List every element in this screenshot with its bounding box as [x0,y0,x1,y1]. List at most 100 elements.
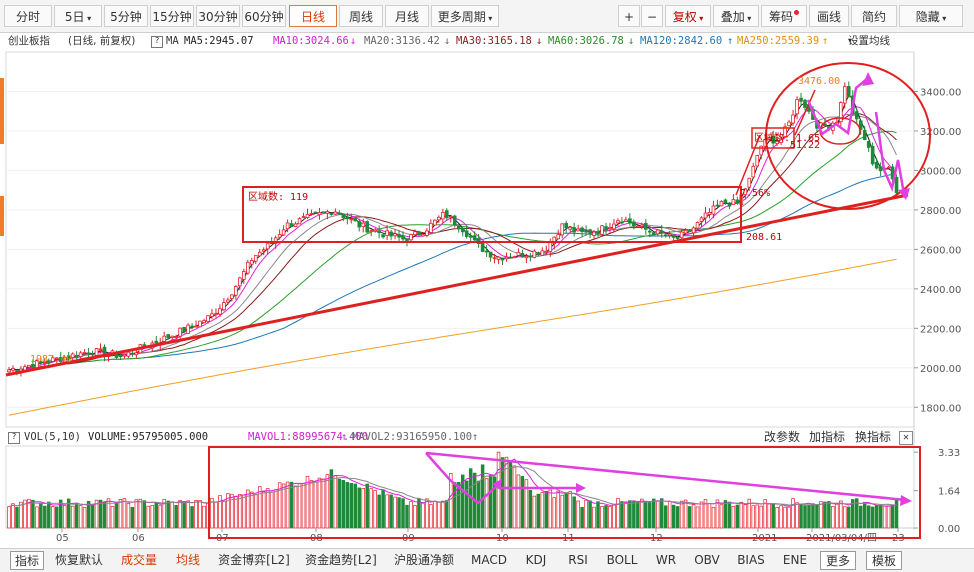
tab-ma[interactable]: 均线 [172,551,204,570]
tab-wr[interactable]: WR [652,551,680,570]
volume-bar [476,480,481,529]
candle-body [444,210,449,219]
period-60min[interactable]: 60分钟 [242,5,286,27]
period-30min[interactable]: 30分钟 [196,5,240,27]
tab-fund-trend[interactable]: 资金趋势[L2] [302,551,380,570]
ma-settings-label: 设置均线 [848,35,890,47]
help-icon[interactable]: ? [151,36,163,48]
zoom-out-button[interactable]: − [641,5,663,27]
period-5min[interactable]: 5分钟 [104,5,148,27]
candle-body [186,324,190,334]
volume-bar [254,494,258,529]
volume-bar [675,506,680,529]
candle-body [663,234,668,237]
candle-body [329,213,334,215]
candle-body [647,230,652,233]
tab-macd[interactable]: MACD [469,551,509,570]
volume-bar [727,501,732,529]
price-chart[interactable]: 3400.00 3200.00 3000.00 2800.00 2600.00 2400.… [0,50,974,548]
mavol2-arrow-icon: ↑ [472,431,479,443]
volume-bar [43,505,47,529]
period-weekly[interactable]: 周线 [339,5,383,27]
period-intraday[interactable]: 分时 [4,5,52,27]
volume-bar [154,502,159,529]
candle-body [464,230,469,237]
period-5day[interactable]: 5日 ▾ [54,5,102,27]
volume-bar [735,504,740,529]
volume-bar [564,492,568,529]
period-daily[interactable]: 日线 [289,5,337,27]
candle-body [799,97,803,102]
candle-body [301,216,306,218]
zoom-in-button[interactable]: + [618,5,640,27]
candle-body [381,234,385,238]
tab-northbound[interactable]: 沪股通净额 [390,551,458,570]
volume-bar [445,500,449,529]
tab-template[interactable]: 模板 [866,551,902,570]
add-indicator-button[interactable]: 加指标 [809,428,845,446]
volume-bar [337,478,342,529]
tab-kdj[interactable]: KDJ [521,551,551,570]
edit-params-button[interactable]: 改参数 [764,428,800,446]
candle-body [528,255,533,258]
candle-body [345,216,350,220]
overlay-button[interactable]: 叠加 ▾ [713,5,759,27]
adjust-button[interactable]: 复权 ▾ [665,5,711,27]
annotation-low: 1987.40 [30,354,72,365]
hide-button[interactable]: 隐藏 ▾ [899,5,963,27]
candle-body [520,253,525,258]
volume-bar [174,504,178,529]
volume-bar [55,506,59,529]
period-5day-label: 5日 [64,10,85,24]
volume-info-bar: ? VOL(5,10) VOLUME:95795005.000 MAVOL1:8… [0,428,974,446]
tab-rsi[interactable]: RSI [563,551,593,570]
candle-body [126,351,131,357]
chips-button[interactable]: 筹码 [761,5,807,27]
volume-bar [464,480,469,529]
candle-body [508,256,513,259]
candle-body [214,313,218,316]
candle-body [86,352,91,355]
close-icon[interactable]: ✕ [899,431,913,445]
volume-bar [556,490,560,529]
candle-body [659,230,664,234]
tab-restore-default[interactable]: 恢复默认 [52,551,106,570]
ma60-arrow-icon: ↓ [628,35,635,47]
y-tick-label: 2200.00 [920,324,961,335]
tab-obv[interactable]: OBV [692,551,722,570]
candle-body [174,336,178,338]
candle-body [496,256,501,260]
period-monthly[interactable]: 月线 [385,5,429,27]
period-more[interactable]: 更多周期 ▾ [431,5,499,27]
period-more-label: 更多周期 [437,10,486,24]
tab-bias[interactable]: BIAS [734,551,768,570]
ma120-value: MA120:2842.60 [640,35,723,47]
tab-fund-game[interactable]: 资金博弈[L2] [215,551,293,570]
candle-body [341,213,346,219]
volume-bar [890,504,895,529]
tab-volume[interactable]: 成交量 [118,551,160,570]
period-15min[interactable]: 15分钟 [150,5,194,27]
tab-indicator[interactable]: 指标 [10,551,44,570]
volume-bar [743,504,748,529]
tab-ene[interactable]: ENE [780,551,810,570]
candle-body [616,220,620,224]
volume-bar [74,504,79,529]
candle-body [636,225,640,228]
candle-body [369,230,373,233]
overlay-label: 叠加 [720,10,745,24]
volume-bar [90,504,95,529]
ma-info-bar: 创业板指 (日线, 前复权) ? MA MA5:2945.07 MA10:302… [0,32,974,50]
volume-bar [397,497,401,529]
volume-bar [560,494,564,529]
candle-body [253,255,258,262]
tab-boll[interactable]: BOLL [603,551,641,570]
draw-button[interactable]: 画线 [809,5,849,27]
simple-button[interactable]: 简约 [851,5,897,27]
help-icon[interactable]: ? [8,432,20,444]
change-indicator-button[interactable]: 换指标 [855,428,891,446]
volume-bar [441,500,445,529]
volume-bar [333,475,338,529]
tab-more[interactable]: 更多 [820,551,856,570]
volume-bar [349,483,354,529]
